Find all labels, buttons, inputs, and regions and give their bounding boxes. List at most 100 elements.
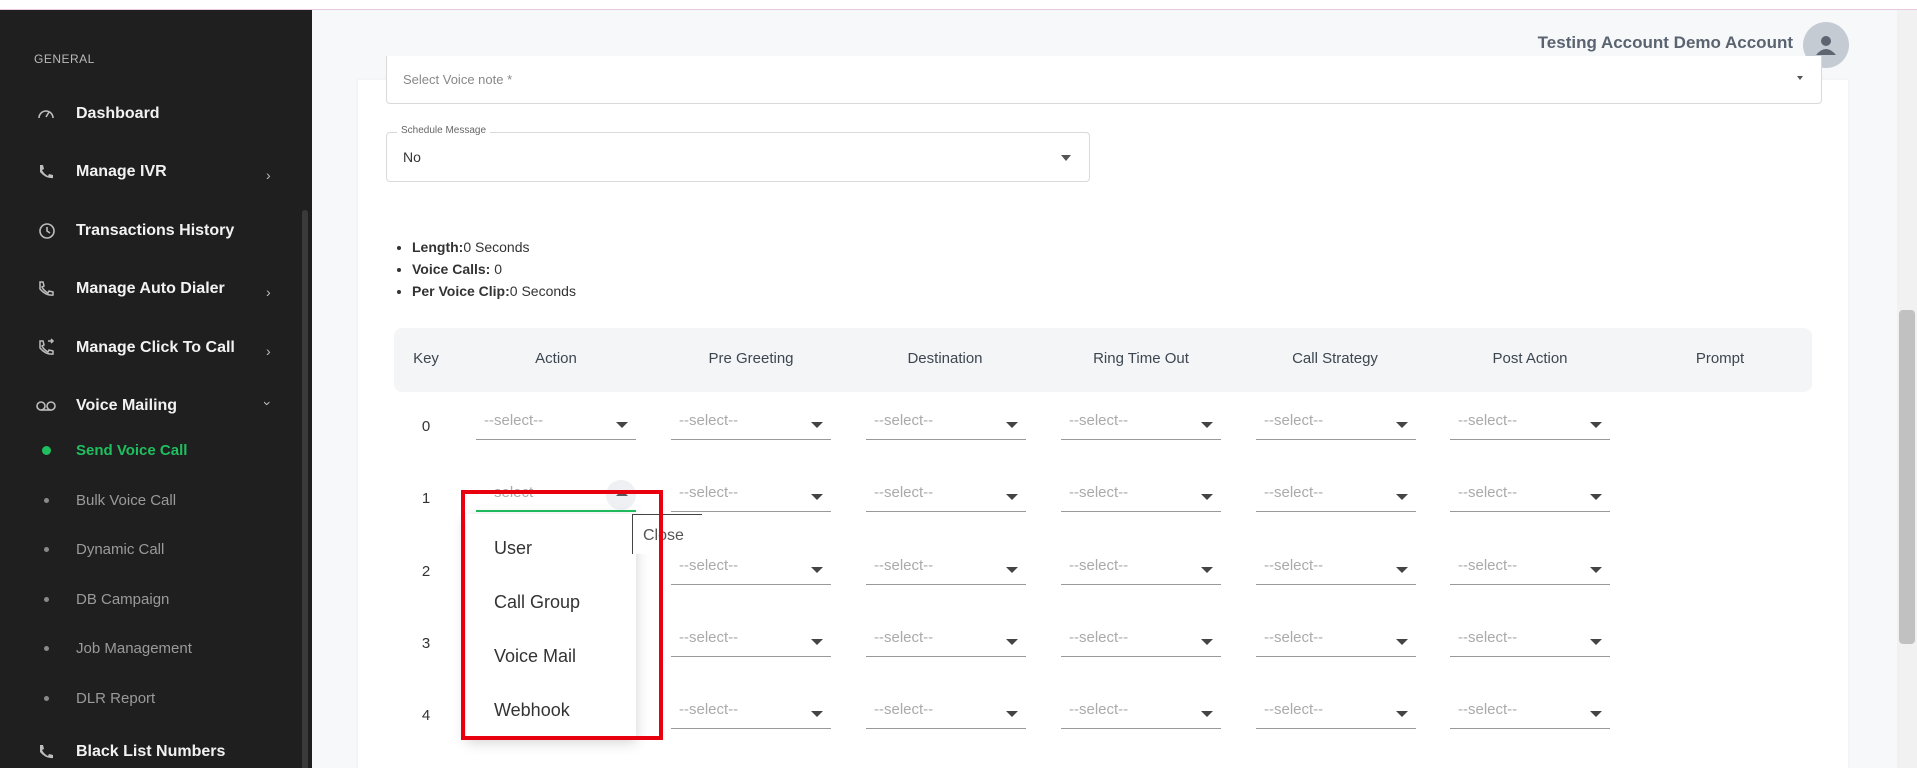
sidebar-item-label: Transactions History xyxy=(76,222,235,239)
sidebar-item-label: Manage IVR xyxy=(76,163,167,180)
pre-greeting-select[interactable]: --select-- xyxy=(671,482,831,512)
header-pre-greeting: Pre Greeting xyxy=(708,350,794,367)
sidebar-subitem-label: DB Campaign xyxy=(76,590,170,608)
call-strategy-select[interactable]: --select-- xyxy=(1256,699,1416,729)
sidebar-subitem-label: Bulk Voice Call xyxy=(76,491,177,509)
header-ring-time-out: Ring Time Out xyxy=(1093,350,1189,367)
ring-time-out-select[interactable]: --select-- xyxy=(1061,555,1221,585)
account-name[interactable]: Testing Account Demo Account xyxy=(1538,33,1793,53)
select-placeholder: --select-- xyxy=(1458,484,1518,501)
phone-auto-icon xyxy=(34,277,58,301)
chevron-down-icon xyxy=(811,711,823,717)
sidebar-subitem-dlr-report[interactable]: DLR Report xyxy=(0,683,312,713)
select-placeholder: --select-- xyxy=(874,701,934,718)
bullet-dot xyxy=(44,596,49,602)
schedule-message-select[interactable]: Schedule Message No xyxy=(386,125,1090,182)
select-placeholder: --select-- xyxy=(1069,412,1129,429)
highlight-box xyxy=(461,490,663,740)
chevron-down-icon xyxy=(1201,494,1213,500)
post-action-select[interactable]: --select-- xyxy=(1450,410,1610,440)
sidebar-subitem-dynamic-call[interactable]: Dynamic Call xyxy=(0,534,312,564)
action-select[interactable]: --select-- xyxy=(476,410,636,440)
bullet-dot xyxy=(44,645,49,651)
ring-time-out-select[interactable]: --select-- xyxy=(1061,627,1221,657)
call-strategy-select[interactable]: --select-- xyxy=(1256,482,1416,512)
pre-greeting-select[interactable]: --select-- xyxy=(671,555,831,585)
destination-select[interactable]: --select-- xyxy=(866,627,1026,657)
sidebar-subitem-bulk-voice-call[interactable]: Bulk Voice Call xyxy=(0,485,312,515)
chevron-down-icon xyxy=(1590,494,1602,500)
sidebar-item-manage-auto-dialer[interactable]: Manage Auto Dialer › xyxy=(0,269,312,309)
chevron-down-icon: › xyxy=(260,401,276,406)
sidebar-subitem-label: Dynamic Call xyxy=(76,540,165,558)
active-dot xyxy=(42,445,51,455)
table-header: Key Action Pre Greeting Destination Ring… xyxy=(394,328,1812,392)
chevron-down-icon xyxy=(1006,567,1018,573)
bullet-dot xyxy=(44,546,49,552)
stat-length: Length:0 Seconds xyxy=(412,236,576,258)
select-placeholder: --select-- xyxy=(1264,484,1324,501)
chevron-down-icon xyxy=(811,494,823,500)
header-call-strategy: Call Strategy xyxy=(1292,350,1378,367)
select-placeholder: --select-- xyxy=(1264,629,1324,646)
destination-select[interactable]: --select-- xyxy=(866,555,1026,585)
page-scrollbar-thumb[interactable] xyxy=(1899,310,1915,644)
call-strategy-select[interactable]: --select-- xyxy=(1256,555,1416,585)
post-action-select[interactable]: --select-- xyxy=(1450,482,1610,512)
stats-list: Length:0 Seconds Voice Calls: 0 Per Voic… xyxy=(412,236,576,302)
stat-voice-calls: Voice Calls: 0 xyxy=(412,258,576,280)
select-placeholder: --select-- xyxy=(679,629,739,646)
row-key: 4 xyxy=(421,707,431,724)
call-strategy-select[interactable]: --select-- xyxy=(1256,627,1416,657)
destination-select[interactable]: --select-- xyxy=(866,410,1026,440)
sidebar-subitem-send-voice-call[interactable]: Send Voice Call xyxy=(0,435,312,465)
sidebar-scrollbar[interactable] xyxy=(302,210,308,768)
chevron-right-icon: › xyxy=(266,343,271,359)
header-action: Action xyxy=(535,350,577,367)
post-action-select[interactable]: --select-- xyxy=(1450,555,1610,585)
chevron-down-icon xyxy=(1061,155,1071,161)
sidebar-item-manage-ivr[interactable]: Manage IVR › xyxy=(0,152,312,192)
chevron-right-icon: › xyxy=(266,167,271,183)
ring-time-out-select[interactable]: --select-- xyxy=(1061,410,1221,440)
sidebar-item-voice-mailing[interactable]: Voice Mailing › xyxy=(0,386,312,426)
header-key: Key xyxy=(413,350,439,367)
sidebar-subitem-job-management[interactable]: Job Management xyxy=(0,633,312,663)
post-action-select[interactable]: --select-- xyxy=(1450,699,1610,729)
select-placeholder: --select-- xyxy=(679,701,739,718)
sidebar-item-dashboard[interactable]: Dashboard xyxy=(0,94,312,134)
select-placeholder: --select-- xyxy=(874,557,934,574)
destination-select[interactable]: --select-- xyxy=(866,699,1026,729)
select-placeholder: --select-- xyxy=(1458,412,1518,429)
chevron-down-icon xyxy=(1396,422,1408,428)
sidebar-item-black-list-numbers[interactable]: Black List Numbers xyxy=(0,732,312,768)
pre-greeting-select[interactable]: --select-- xyxy=(671,410,831,440)
select-placeholder: --select-- xyxy=(1264,557,1324,574)
post-action-select[interactable]: --select-- xyxy=(1450,627,1610,657)
select-placeholder: --select-- xyxy=(679,484,739,501)
select-placeholder: --select-- xyxy=(1069,629,1129,646)
schedule-legend: Schedule Message xyxy=(397,125,491,136)
sidebar-subitem-db-campaign[interactable]: DB Campaign xyxy=(0,584,312,614)
select-placeholder: --select-- xyxy=(1069,701,1129,718)
chevron-down-icon xyxy=(1396,567,1408,573)
chevron-down-icon xyxy=(1396,494,1408,500)
sidebar-item-manage-click-to-call[interactable]: Manage Click To Call › xyxy=(0,328,312,368)
sidebar-section-label: GENERAL xyxy=(34,52,95,66)
pre-greeting-select[interactable]: --select-- xyxy=(671,699,831,729)
destination-select[interactable]: --select-- xyxy=(866,482,1026,512)
select-placeholder: --select-- xyxy=(484,412,544,429)
stat-per-voice-clip: Per Voice Clip:0 Seconds xyxy=(412,280,576,302)
call-strategy-select[interactable]: --select-- xyxy=(1256,410,1416,440)
chevron-down-icon xyxy=(1590,567,1602,573)
ring-time-out-select[interactable]: --select-- xyxy=(1061,482,1221,512)
pre-greeting-select[interactable]: --select-- xyxy=(671,627,831,657)
sidebar-item-label: Voice Mailing xyxy=(76,397,178,414)
ring-time-out-select[interactable]: --select-- xyxy=(1061,699,1221,729)
sidebar-item-label: Manage Click To Call xyxy=(76,339,235,356)
voice-note-select[interactable]: Select Voice note * xyxy=(386,56,1822,104)
select-placeholder: --select-- xyxy=(679,412,739,429)
row-key: 1 xyxy=(421,490,431,507)
chevron-down-icon xyxy=(1006,494,1018,500)
sidebar-item-transactions-history[interactable]: Transactions History xyxy=(0,211,312,251)
